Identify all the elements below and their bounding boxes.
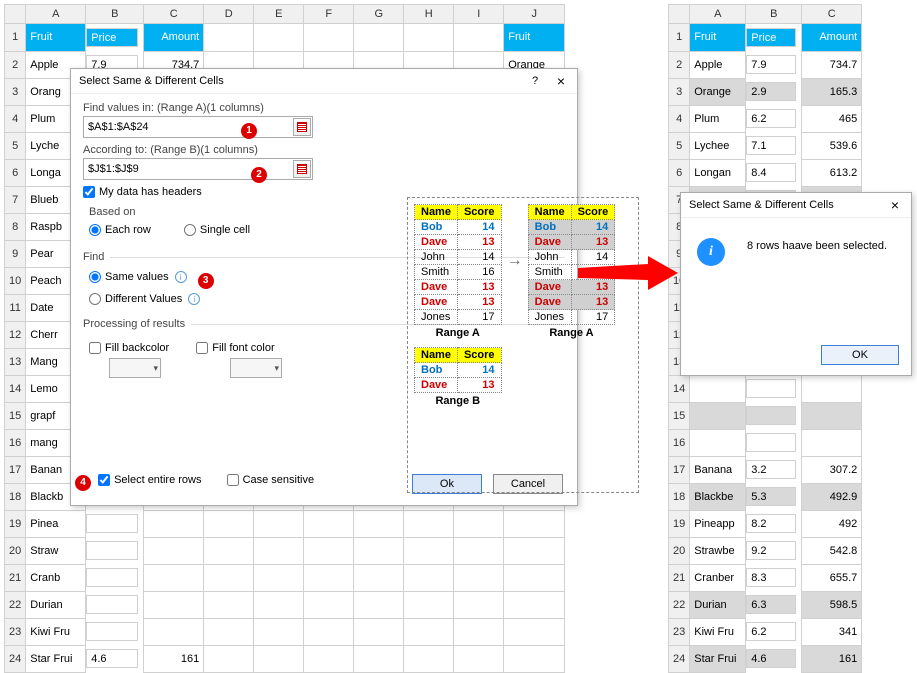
table-row[interactable]: 23Kiwi Fru	[5, 618, 565, 645]
table-row[interactable]: 21Cranb	[5, 564, 565, 591]
red-arrow-icon	[578, 256, 678, 290]
table-row[interactable]: 4Plum6.2465	[669, 105, 862, 132]
table-row[interactable]: 24Star Frui4.6161	[5, 645, 565, 672]
info-icon[interactable]: i	[175, 271, 187, 283]
table-row[interactable]: 22Durian	[5, 591, 565, 618]
select-entire-rows-checkbox[interactable]: Select entire rows	[98, 474, 201, 486]
table-row[interactable]: 18Blackbe5.3492.9	[669, 483, 862, 510]
marker-2: 2	[251, 167, 267, 183]
table-row[interactable]: 20Straw	[5, 537, 565, 564]
example-illustration: NameScoreBob14Dave13John14Smith16Dave13D…	[407, 197, 639, 493]
table-row[interactable]: 19Pineapp8.2492	[669, 510, 862, 537]
fill-fontcolor-checkbox[interactable]: Fill font color	[196, 342, 274, 354]
select-cells-dialog: Select Same & Different Cells ? × Find v…	[70, 68, 578, 506]
marker-3: 3	[198, 273, 214, 289]
table-row[interactable]: 14	[669, 375, 862, 402]
range-a-input[interactable]	[83, 116, 313, 138]
same-values-radio[interactable]: Same valuesi	[89, 271, 187, 283]
table-row[interactable]: 16	[669, 429, 862, 456]
close-icon[interactable]: ×	[887, 197, 903, 213]
table-row[interactable]: 21Cranber8.3655.7	[669, 564, 862, 591]
table-row[interactable]: 22Durian6.3598.5	[669, 591, 862, 618]
table-row[interactable]: 24Star Frui4.6161	[669, 645, 862, 672]
according-to-label: According to: (Range B)(1 columns)	[83, 144, 565, 156]
info-dialog-title: Select Same & Different Cells	[689, 199, 887, 211]
help-icon[interactable]: ?	[527, 75, 543, 87]
close-icon[interactable]: ×	[553, 73, 569, 89]
info-icon: i	[697, 238, 725, 266]
marker-4: 4	[75, 475, 91, 491]
single-cell-radio[interactable]: Single cell	[184, 224, 250, 236]
range-picker-a-button[interactable]	[293, 118, 311, 136]
table-row[interactable]: 2Apple7.9734.7	[669, 51, 862, 78]
range-b-input[interactable]	[83, 158, 313, 180]
has-headers-checkbox[interactable]: My data has headers	[83, 186, 202, 198]
find-values-label: Find values in: (Range A)(1 columns)	[83, 102, 565, 114]
table-row[interactable]: 5Lychee7.1539.6	[669, 132, 862, 159]
table-row[interactable]: 23Kiwi Fru6.2341	[669, 618, 862, 645]
table-row[interactable]: 17Banana3.2307.2	[669, 456, 862, 483]
info-dialog: Select Same & Different Cells × i 8 rows…	[680, 192, 912, 376]
table-row[interactable]: 20Strawbe9.2542.8	[669, 537, 862, 564]
different-values-radio[interactable]: Different Valuesi	[89, 293, 200, 305]
range-picker-b-button[interactable]	[293, 160, 311, 178]
table-row[interactable]: 15	[669, 402, 862, 429]
case-sensitive-checkbox[interactable]: Case sensitive	[227, 474, 315, 486]
fill-backcolor-checkbox[interactable]: Fill backcolor	[89, 342, 169, 354]
arrow-right-icon: →	[505, 252, 525, 270]
table-row[interactable]: 3Orange2.9165.3	[669, 78, 862, 105]
ok-button[interactable]: OK	[821, 345, 899, 365]
processing-legend: Processing of results	[83, 318, 191, 330]
each-row-radio[interactable]: Each row	[89, 224, 151, 236]
table-row[interactable]: 19Pinea	[5, 510, 565, 537]
find-legend: Find	[83, 251, 110, 263]
table-row[interactable]: 6Longan8.4613.2	[669, 159, 862, 186]
backcolor-picker[interactable]	[109, 358, 161, 378]
dialog-title: Select Same & Different Cells	[79, 75, 527, 87]
info-message: 8 rows haave been selected.	[747, 240, 899, 252]
fontcolor-picker[interactable]	[230, 358, 282, 378]
info-icon[interactable]: i	[188, 293, 200, 305]
marker-1: 1	[241, 123, 257, 139]
